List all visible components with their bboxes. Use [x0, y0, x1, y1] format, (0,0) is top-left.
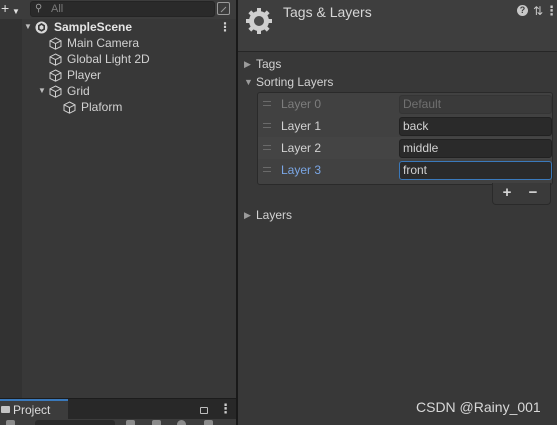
gameobject-cube-icon	[63, 101, 76, 114]
help-icon[interactable]: ?	[517, 5, 528, 16]
drag-handle-icon[interactable]	[263, 145, 271, 150]
inspector-menu-icon[interactable]: ⋮	[545, 3, 557, 19]
gameobject-cube-icon	[49, 37, 62, 50]
sorting-layers-list: Layer 0 Default Layer 1 back Layer 2 mid…	[257, 92, 553, 185]
sorting-layers-footer: + −	[492, 183, 551, 205]
hierarchy-item-grid[interactable]: ▼ Grid	[0, 83, 236, 99]
search-icon: ⚲	[35, 3, 43, 14]
folder-icon	[1, 406, 10, 413]
chevron-right-icon: ▶	[244, 210, 251, 220]
lock-icon[interactable]	[200, 404, 208, 414]
filter-by-type-icon[interactable]	[126, 420, 135, 425]
layers-label: Layers	[256, 208, 293, 222]
hierarchy-item-label: Player	[67, 68, 102, 82]
scene-row[interactable]: ▼ SampleScene ⋮	[0, 19, 236, 35]
scene-name: SampleScene	[54, 20, 133, 34]
expand-arrow-icon[interactable]: ▼	[38, 83, 46, 99]
tab-project[interactable]: Project	[0, 399, 68, 420]
tags-label: Tags	[256, 57, 282, 71]
gear-icon	[246, 8, 272, 34]
hierarchy-item-global-light-2d[interactable]: Global Light 2D	[0, 51, 236, 67]
sorting-layer-row[interactable]: Layer 1 back	[258, 115, 552, 137]
sorting-layer-value-field[interactable]: front	[399, 161, 552, 180]
add-sorting-layer-button[interactable]: +	[499, 184, 515, 202]
hierarchy-item-main-camera[interactable]: Main Camera	[0, 35, 236, 51]
gameobject-cube-icon	[49, 69, 62, 82]
inspector-header: Tags & Layers ? ⇅ ⋮	[238, 0, 557, 52]
unity-scene-icon	[35, 21, 48, 34]
watermark-text: CSDN @Rainy_001	[416, 399, 541, 415]
hierarchy-search-input[interactable]: ⚲ All	[30, 1, 215, 17]
hierarchy-panel: + ▼ ⚲ All ▼ SampleScene ⋮ Main Camera Gl…	[0, 0, 236, 398]
sorting-layer-row[interactable]: Layer 0 Default	[258, 93, 552, 115]
project-menu-icon[interactable]: ⋮	[219, 401, 232, 417]
sorting-layer-name: Layer 1	[281, 119, 322, 133]
drag-handle-icon[interactable]	[263, 167, 271, 172]
tags-foldout[interactable]: ▶ Tags	[244, 56, 544, 72]
inspector-title: Tags & Layers	[283, 4, 372, 20]
sorting-layer-name: Layer 3	[281, 163, 322, 177]
layers-foldout[interactable]: ▶ Layers	[244, 207, 544, 223]
chevron-down-icon: ▼	[244, 77, 253, 87]
sorting-layers-foldout[interactable]: ▼ Sorting Layers	[244, 74, 544, 90]
drag-handle-icon[interactable]	[263, 123, 271, 128]
project-tab-bar: Project ⋮	[0, 398, 236, 420]
sorting-layer-value-field: Default	[399, 95, 552, 114]
hierarchy-item-label: Grid	[67, 84, 90, 98]
tab-project-label: Project	[13, 403, 51, 417]
gameobject-cube-icon	[49, 53, 62, 66]
hierarchy-item-label: Plaform	[81, 100, 123, 114]
sorting-layers-label: Sorting Layers	[256, 75, 334, 89]
filter-by-label-icon[interactable]	[152, 420, 161, 425]
sorting-layer-value-field[interactable]: middle	[399, 139, 552, 158]
sorting-layer-value-field[interactable]: back	[399, 117, 552, 136]
hierarchy-item-player[interactable]: Player	[0, 67, 236, 83]
project-toolbar	[0, 419, 236, 425]
expand-arrow-icon[interactable]: ▼	[24, 19, 32, 35]
add-icon[interactable]	[6, 420, 15, 425]
hierarchy-item-label: Global Light 2D	[67, 52, 150, 66]
inspector-panel: Tags & Layers ? ⇅ ⋮ ▶ Tags ▼ Sorting Lay…	[238, 0, 557, 425]
hierarchy-toolbar: + ▼ ⚲ All	[0, 0, 236, 19]
remove-sorting-layer-button[interactable]: −	[525, 184, 541, 202]
search-by-type-icon[interactable]	[177, 420, 186, 425]
sorting-layer-row[interactable]: Layer 2 middle	[258, 137, 552, 159]
hierarchy-item-plaform[interactable]: Plaform	[0, 99, 236, 115]
scene-search-toggle-icon[interactable]	[217, 2, 230, 15]
create-dropdown-button[interactable]: + ▼	[0, 1, 22, 17]
sorting-layer-row[interactable]: Layer 3 front	[258, 159, 552, 181]
chevron-right-icon: ▶	[244, 59, 251, 69]
sorting-layer-name: Layer 2	[281, 141, 322, 155]
preset-icon[interactable]: ⇅	[533, 4, 543, 18]
drag-handle-icon[interactable]	[263, 101, 271, 106]
search-placeholder: All	[51, 3, 64, 15]
scene-menu-icon[interactable]: ⋮	[219, 19, 231, 35]
sorting-layer-name: Layer 0	[281, 97, 322, 111]
project-search-input[interactable]	[35, 420, 115, 425]
gameobject-cube-icon	[49, 85, 62, 98]
chevron-down-icon: ▼	[12, 7, 20, 16]
plus-icon: +	[1, 0, 10, 16]
visibility-icon[interactable]	[204, 420, 213, 425]
hierarchy-item-label: Main Camera	[67, 36, 140, 50]
